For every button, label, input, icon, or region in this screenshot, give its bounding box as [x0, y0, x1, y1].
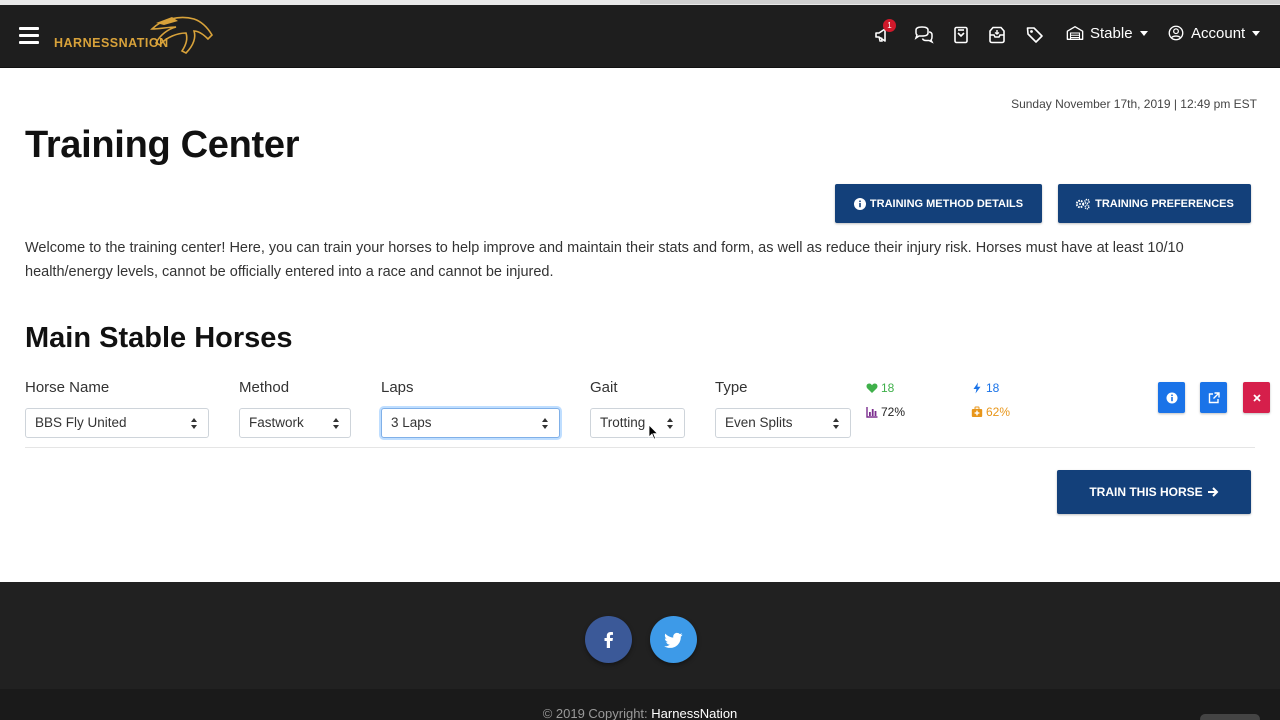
intro-paragraph: Welcome to the training center! Here, yo… — [25, 240, 1184, 280]
form-stat: 72% — [866, 405, 905, 419]
chevron-down-icon — [1252, 30, 1261, 36]
gait-select[interactable]: Trotting — [590, 408, 685, 438]
select-arrows-icon — [667, 418, 674, 429]
laps-select[interactable]: 3 Laps — [381, 408, 560, 438]
train-this-horse-button[interactable]: TRAIN THIS HORSE — [1057, 470, 1251, 514]
injury-risk-stat: 62% — [971, 405, 1010, 419]
method-label: Method — [239, 379, 290, 396]
menu-toggle-icon[interactable] — [19, 27, 39, 44]
horse-name-select[interactable]: BBS Fly United — [25, 408, 209, 438]
stable-dropdown[interactable]: Stable — [1066, 24, 1148, 42]
harnessnation-footer-link[interactable]: HarnessNation — [651, 706, 737, 720]
close-icon — [1252, 393, 1261, 402]
training-method-details-label: TRAINING METHOD DETAILS — [869, 197, 1024, 210]
arrow-right-icon — [1207, 487, 1219, 497]
laps-value: 3 Laps — [391, 415, 432, 430]
select-arrows-icon — [542, 418, 549, 429]
train-this-horse-label: TRAIN THIS HORSE — [1089, 485, 1203, 499]
first-aid-kit-icon — [971, 406, 983, 417]
select-arrows-icon — [191, 418, 198, 429]
energy-stat: 18 — [971, 381, 999, 395]
bar-chart-icon — [866, 407, 878, 418]
stable-label: Stable — [1090, 24, 1133, 42]
info-circle-icon — [853, 197, 866, 210]
heart-icon — [866, 383, 878, 393]
notification-badge: 1 — [883, 19, 896, 32]
twitter-button[interactable] — [650, 616, 697, 663]
training-preferences-button[interactable]: TRAINING PREFERENCES — [1058, 184, 1251, 223]
harnessnation-logo[interactable]: HARNESSNATION — [54, 15, 216, 55]
select-arrows-icon — [333, 418, 340, 429]
tags-icon[interactable] — [1025, 25, 1045, 45]
section-title: Main Stable Horses — [25, 322, 293, 354]
chevron-down-icon — [1139, 30, 1148, 36]
injury-risk-value: 62% — [986, 405, 1011, 419]
facebook-button[interactable] — [585, 616, 632, 663]
logo-text: HARNESSNATION — [54, 36, 169, 50]
twitter-icon — [663, 632, 682, 648]
scroll-indicator[interactable] — [1200, 714, 1260, 720]
messages-icon[interactable] — [914, 25, 934, 45]
horse-name-value: BBS Fly United — [35, 415, 127, 430]
info-circle-icon — [1166, 392, 1177, 403]
row-divider — [25, 447, 1255, 448]
barn-icon — [1066, 26, 1084, 40]
health-stat: 18 — [866, 381, 894, 395]
mouse-cursor-icon — [648, 424, 658, 440]
horse-name-label: Horse Name — [25, 379, 110, 396]
method-select[interactable]: Fastwork — [239, 408, 351, 438]
health-value: 18 — [881, 381, 895, 395]
method-value: Fastwork — [249, 415, 304, 430]
training-method-details-button[interactable]: TRAINING METHOD DETAILS — [835, 184, 1042, 223]
lightning-bolt-icon — [973, 382, 981, 394]
top-navbar: HARNESSNATION 1 Stable Account — [0, 5, 1280, 68]
account-label: Account — [1191, 24, 1246, 42]
open-horse-page-button[interactable] — [1200, 382, 1227, 413]
copyright-prefix: © 2019 Copyright: — [542, 706, 648, 720]
type-label: Type — [715, 379, 748, 396]
gears-icon — [1075, 198, 1090, 210]
gait-value: Trotting — [600, 415, 646, 430]
page-title: Training Center — [25, 124, 300, 166]
user-circle-icon — [1168, 25, 1184, 41]
select-arrows-icon — [833, 418, 840, 429]
announcements-icon[interactable]: 1 — [873, 19, 896, 45]
browser-tab-shadow — [640, 0, 1280, 4]
energy-value: 18 — [986, 381, 1000, 395]
gait-label: Gait — [590, 379, 618, 396]
account-dropdown[interactable]: Account — [1167, 24, 1261, 42]
remove-horse-button[interactable] — [1243, 382, 1270, 413]
copyright-text: © 2019 Copyright: HarnessNation — [0, 706, 1280, 720]
type-select[interactable]: Even Splits — [715, 408, 851, 438]
training-preferences-label: TRAINING PREFERENCES — [1095, 197, 1234, 210]
inbox-icon[interactable] — [987, 25, 1007, 45]
external-link-icon — [1208, 391, 1220, 403]
clipboard-icon[interactable] — [951, 25, 971, 45]
page-footer: © 2019 Copyright: HarnessNation — [0, 582, 1280, 720]
laps-label: Laps — [381, 379, 414, 396]
facebook-icon — [604, 631, 613, 648]
current-datetime: Sunday November 17th, 2019 | 12:49 pm ES… — [1011, 97, 1257, 111]
form-value: 72% — [881, 405, 906, 419]
type-value: Even Splits — [725, 415, 793, 430]
horse-info-button[interactable] — [1158, 382, 1185, 413]
